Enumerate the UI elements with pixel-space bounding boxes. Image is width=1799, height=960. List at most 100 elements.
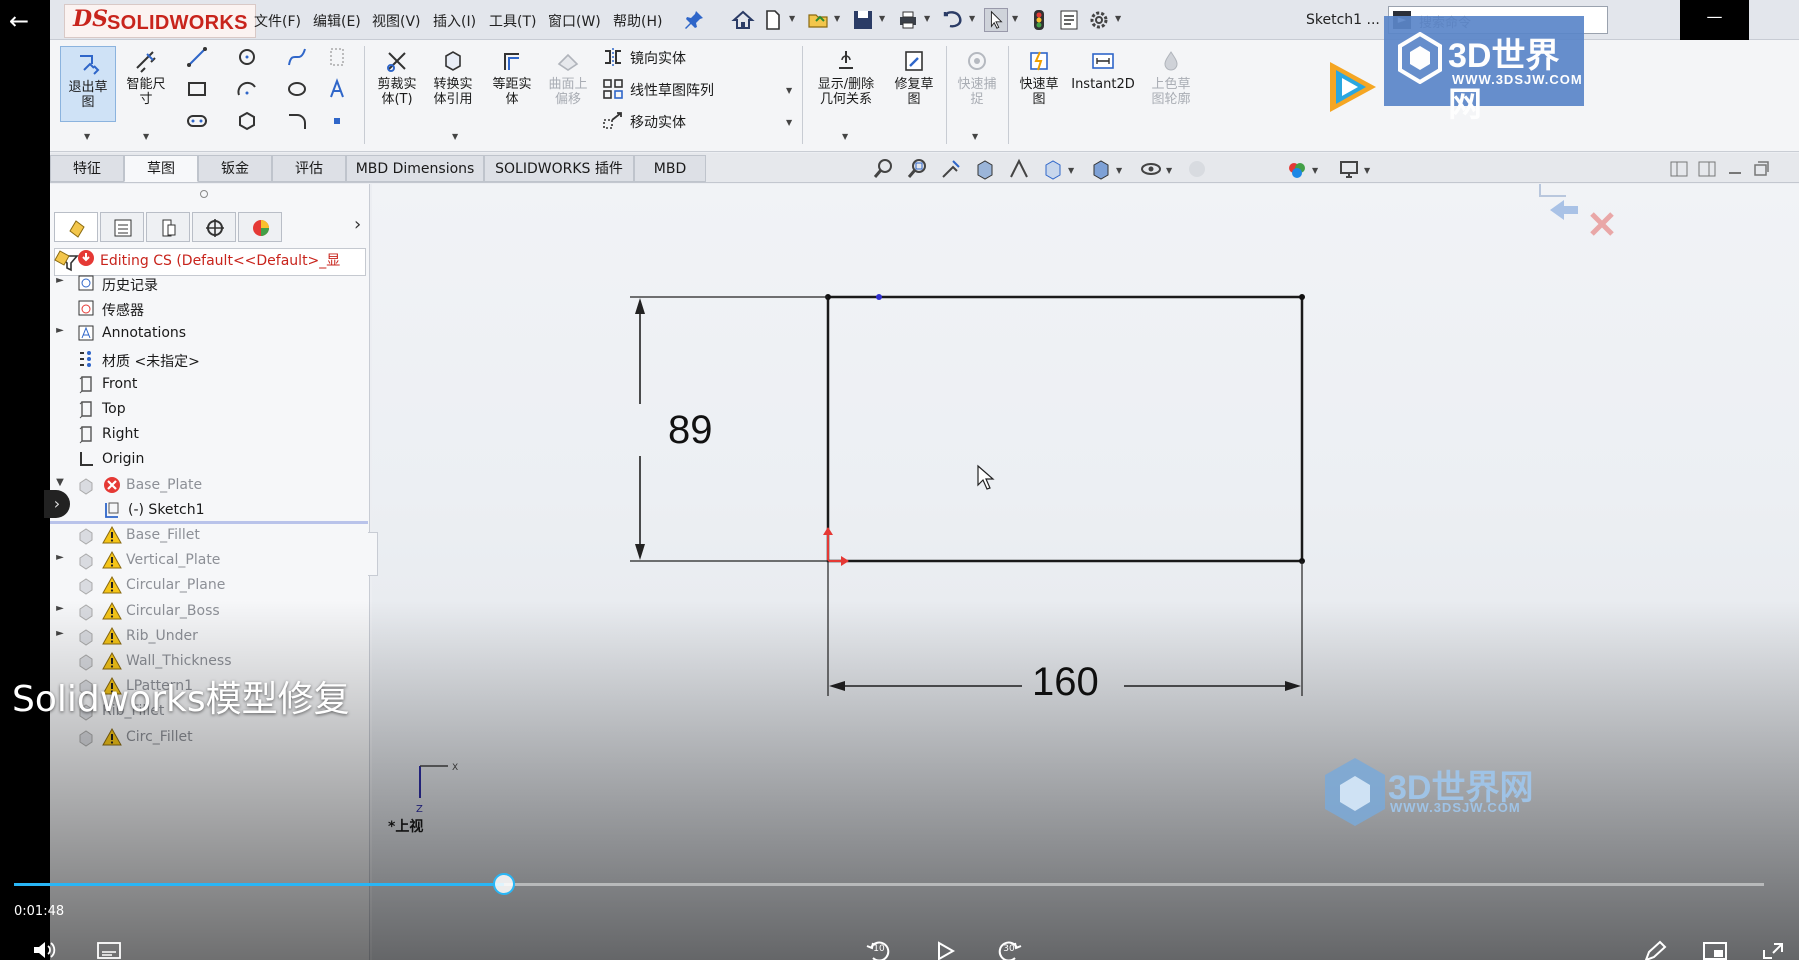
smart-dimension-caret-icon[interactable]: ▼ xyxy=(143,132,149,141)
tab-sketch[interactable]: 草图 xyxy=(124,155,198,182)
rollback-bar[interactable] xyxy=(50,521,368,524)
circle-tool-icon[interactable] xyxy=(236,46,258,68)
expand-toggle-icon[interactable]: ▼ xyxy=(54,477,66,488)
restore-doc-icon[interactable] xyxy=(1750,158,1772,180)
home-icon[interactable] xyxy=(731,8,755,32)
move-entities-icon[interactable] xyxy=(602,110,624,132)
hide-show-items-icon[interactable] xyxy=(1140,158,1162,180)
tile-left-icon[interactable] xyxy=(1668,158,1690,180)
tree-item[interactable]: ► Rib_Under xyxy=(50,624,370,649)
relations-caret-icon[interactable]: ▼ xyxy=(842,132,848,141)
solidworks-logo[interactable]: DS SOLIDWORKS xyxy=(64,4,256,38)
undo-icon[interactable] xyxy=(941,8,965,32)
section-view-icon[interactable] xyxy=(974,158,996,180)
panel-grip-icon[interactable] xyxy=(200,190,208,198)
expand-toggle-icon[interactable]: ► xyxy=(54,552,66,563)
rectangle-tool-icon[interactable] xyxy=(186,78,208,100)
slot-tool-icon[interactable] xyxy=(186,110,208,132)
print-icon[interactable] xyxy=(896,8,920,32)
tab-solidworks-addins[interactable]: SOLIDWORKS 插件 xyxy=(484,155,634,182)
video-progress-bar[interactable] xyxy=(14,873,1764,895)
menu-window[interactable]: 窗口(W) xyxy=(548,11,601,31)
menu-file[interactable]: 文件(F) xyxy=(254,11,301,31)
move-caret-icon[interactable]: ▼ xyxy=(786,118,792,127)
orientation-caret-icon[interactable]: ▼ xyxy=(1068,166,1074,175)
options-caret-icon[interactable]: ▼ xyxy=(1115,14,1121,23)
graphics-area[interactable]: Z X 89 160 *上视 xyxy=(372,184,1799,960)
tab-sheet-metal[interactable]: 钣金 xyxy=(198,155,272,182)
tab-property-manager[interactable] xyxy=(100,212,144,242)
tree-item[interactable]: ► 历史记录 xyxy=(50,271,370,296)
quick-snaps-button[interactable]: 快速捕 捉 xyxy=(952,48,1002,107)
tree-item[interactable]: Top xyxy=(50,397,370,422)
tree-item[interactable]: Circ_Fillet xyxy=(50,725,370,750)
previous-view-icon[interactable] xyxy=(940,158,962,180)
select-caret-icon[interactable]: ▼ xyxy=(1012,14,1018,23)
player-minimize-button[interactable]: — xyxy=(1680,0,1749,40)
apply-scene-icon[interactable] xyxy=(1286,158,1308,180)
instant2d-button[interactable]: Instant2D xyxy=(1068,48,1138,92)
dynamic-annotation-icon[interactable] xyxy=(1008,158,1030,180)
expand-toggle-icon[interactable]: ► xyxy=(54,325,66,336)
tab-display-manager[interactable] xyxy=(238,212,282,242)
linear-pattern-icon[interactable] xyxy=(602,78,624,100)
exit-sketch-caret-icon[interactable]: ▼ xyxy=(84,132,90,141)
save-icon[interactable] xyxy=(851,8,875,32)
tab-features[interactable]: 特征 xyxy=(50,155,124,182)
zoom-to-fit-icon[interactable] xyxy=(872,158,894,180)
zoom-to-area-icon[interactable] xyxy=(906,158,928,180)
ellipse-tool-icon[interactable] xyxy=(286,78,308,100)
display-relations-button[interactable]: 显示/删除 几何关系 xyxy=(808,48,884,107)
display-style-icon[interactable] xyxy=(1090,158,1112,180)
polygon-tool-icon[interactable] xyxy=(236,110,258,132)
tree-item[interactable]: ► Circular_Boss xyxy=(50,599,370,624)
tab-feature-tree[interactable] xyxy=(54,212,98,242)
tree-item[interactable]: 材质 <未指定> xyxy=(50,347,370,372)
cancel-sketch-corner-icon[interactable] xyxy=(1590,212,1614,236)
tab-evaluate[interactable]: 评估 xyxy=(272,155,346,182)
smart-dimension-button[interactable]: 智能尺 寸 xyxy=(118,48,174,107)
sketch-vertex[interactable] xyxy=(1299,294,1305,300)
expand-toggle-icon[interactable]: ► xyxy=(54,628,66,639)
tree-item[interactable]: Front xyxy=(50,372,370,397)
back-arrow-icon[interactable]: ← xyxy=(4,6,34,36)
save-caret-icon[interactable]: ▼ xyxy=(879,14,885,23)
tab-dimxpert[interactable] xyxy=(192,212,236,242)
tile-right-icon[interactable] xyxy=(1696,158,1718,180)
select-pointer-icon[interactable] xyxy=(984,8,1008,32)
menu-view[interactable]: 视图(V) xyxy=(372,11,421,31)
edit-pen-icon[interactable] xyxy=(1640,940,1670,960)
line-tool-icon[interactable] xyxy=(186,46,208,68)
open-folder-icon[interactable] xyxy=(806,8,830,32)
volume-icon[interactable] xyxy=(30,940,60,960)
tree-item[interactable]: Right xyxy=(50,422,370,447)
tab-mbd-dimensions[interactable]: MBD Dimensions xyxy=(346,155,484,182)
convert-entities-button[interactable]: 转换实 体引用 xyxy=(426,48,480,107)
trim-entities-button[interactable]: 剪裁实 体(T) xyxy=(372,48,422,107)
expand-toggle-icon[interactable]: ► xyxy=(54,275,66,286)
subtitles-icon[interactable] xyxy=(94,940,124,960)
expand-toggle-icon[interactable]: ► xyxy=(54,603,66,614)
tab-mbd[interactable]: MBD xyxy=(634,155,706,182)
play-button[interactable] xyxy=(930,940,960,960)
view-orientation-icon[interactable] xyxy=(1042,158,1064,180)
exit-sketch-button[interactable]: 退出草 图 xyxy=(60,46,116,122)
menu-edit[interactable]: 编辑(E) xyxy=(313,11,361,31)
sketch-midpoint[interactable] xyxy=(876,294,882,300)
rapid-sketch-button[interactable]: 快速草 图 xyxy=(1014,48,1064,107)
video-progress-knob[interactable] xyxy=(493,873,515,895)
sketch-rectangle[interactable] xyxy=(826,295,1304,563)
tree-root-part[interactable]: Editing CS (Default<<Default>_显 xyxy=(50,246,370,271)
linear-pattern-label[interactable]: 线性草图阵列 xyxy=(630,80,714,100)
height-dimension-value[interactable]: 89 xyxy=(668,408,713,453)
menu-tools[interactable]: 工具(T) xyxy=(489,11,536,31)
mirror-icon[interactable] xyxy=(602,46,624,68)
exit-sketch-corner-icon[interactable] xyxy=(1550,200,1578,220)
mirror-label[interactable]: 镜向实体 xyxy=(630,48,686,68)
tree-item[interactable]: Origin xyxy=(50,447,370,472)
tree-item[interactable]: Circular_Plane xyxy=(50,573,370,598)
plane-tool-icon[interactable] xyxy=(326,46,348,68)
tree-item[interactable]: ► Annotations xyxy=(50,321,370,346)
arc-tool-icon[interactable] xyxy=(236,78,258,100)
more-tabs-chevron-icon[interactable]: › xyxy=(354,214,361,235)
